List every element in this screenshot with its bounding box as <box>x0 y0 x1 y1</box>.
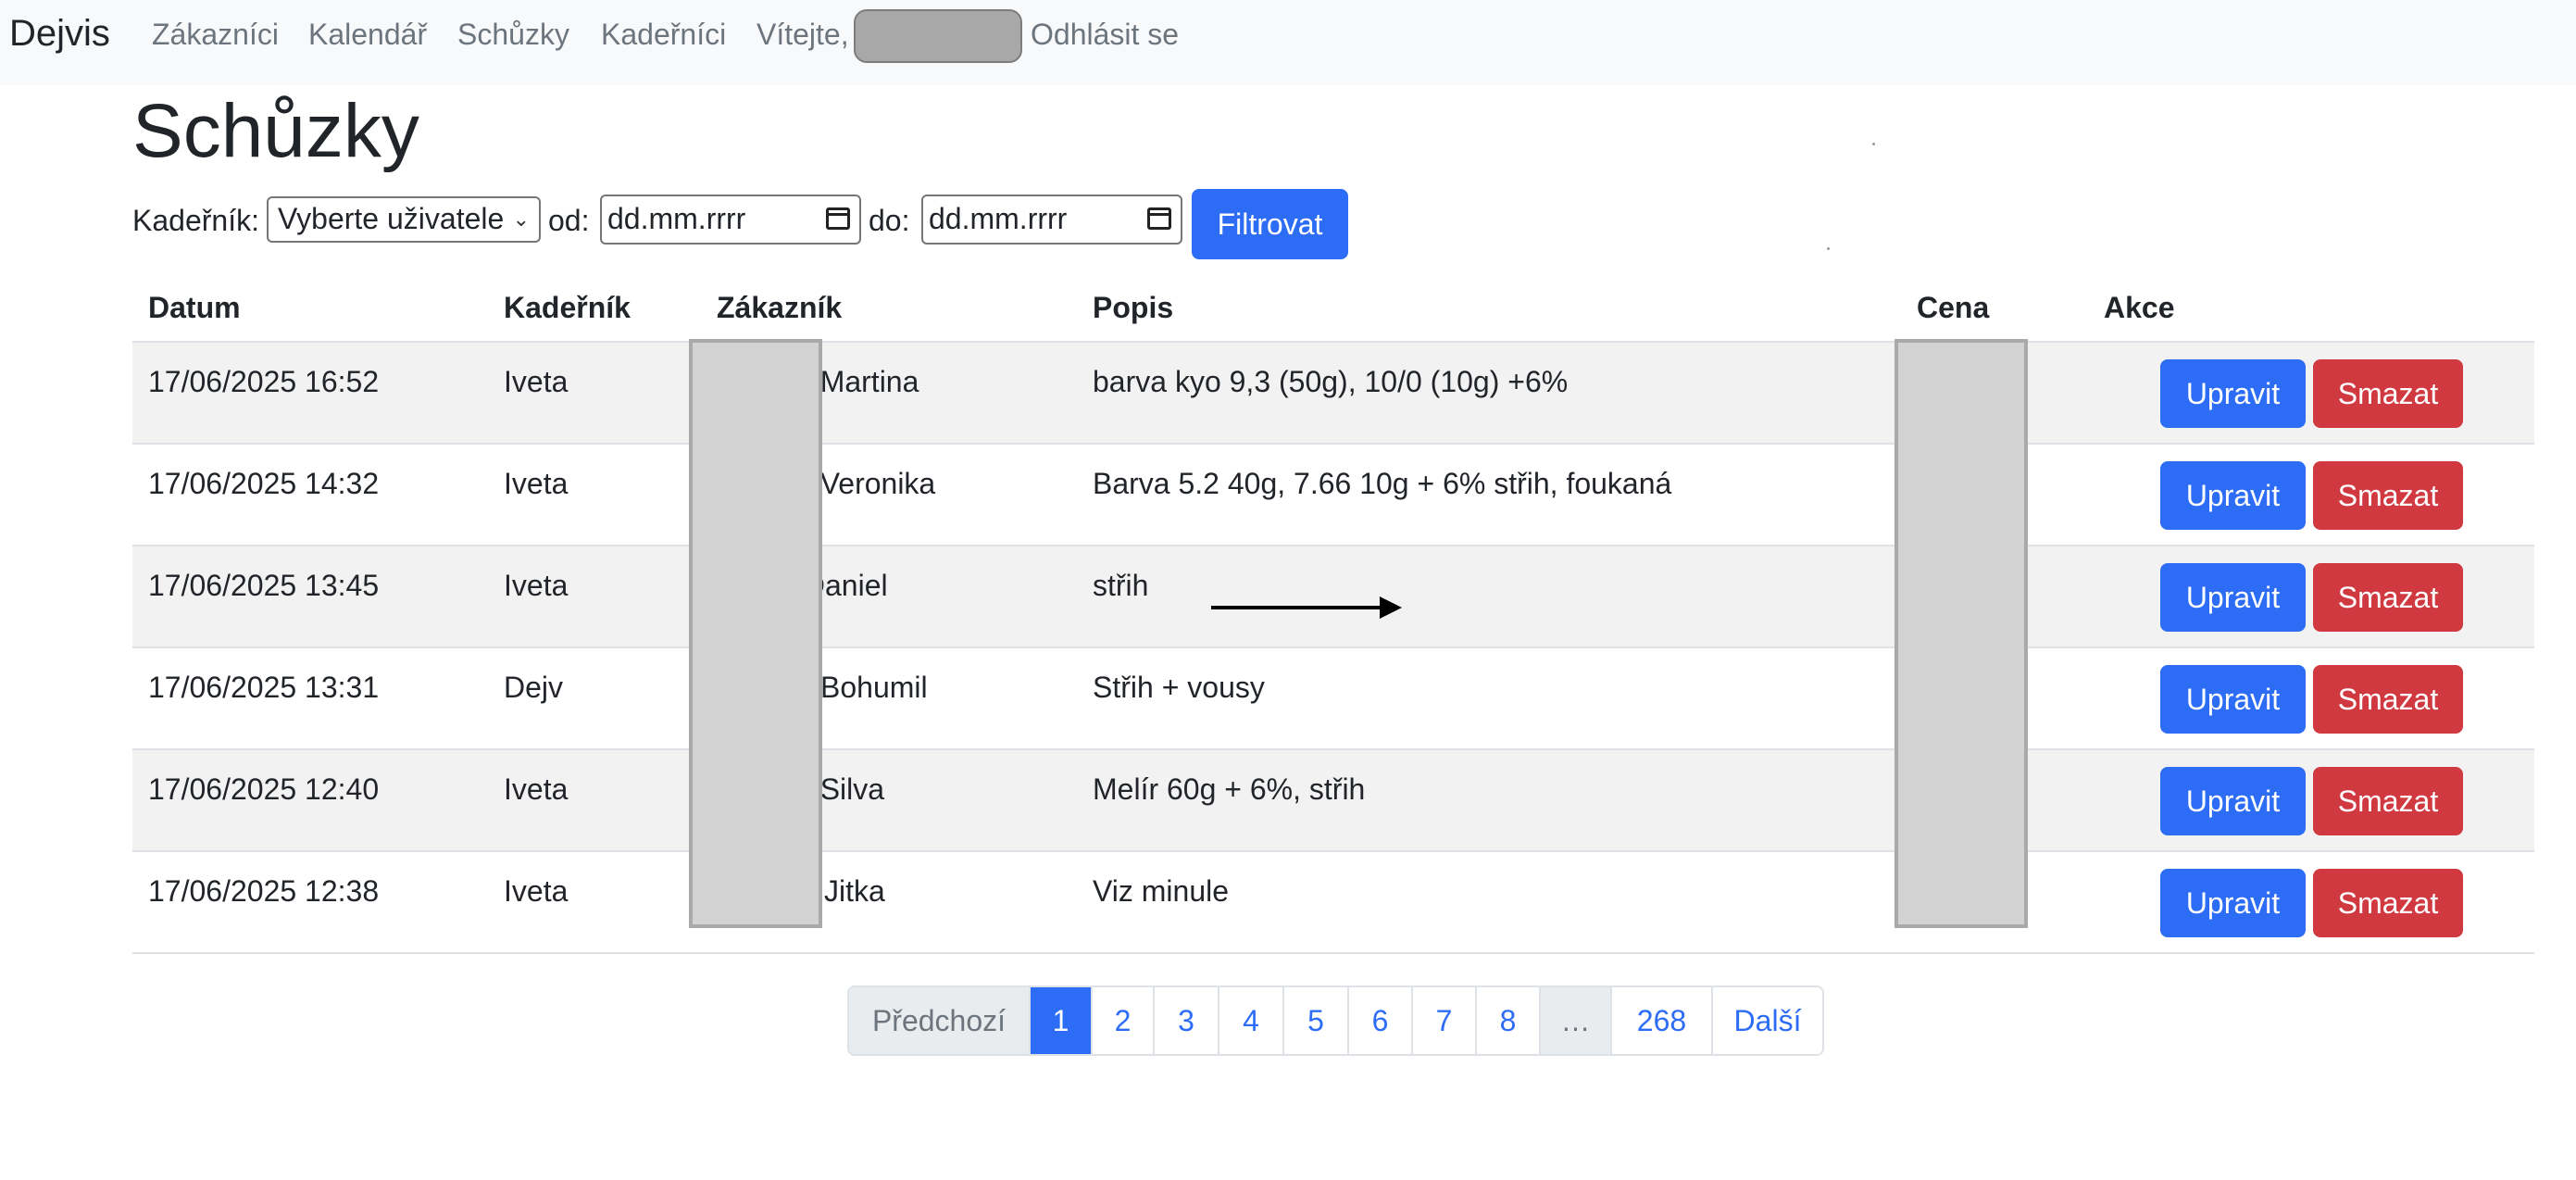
table-row: 17/06/2025 16:52 Iveta vá Martina barva … <box>132 343 2534 445</box>
delete-button[interactable]: Smazat <box>2313 359 2463 428</box>
delete-button[interactable]: Smazat <box>2313 665 2463 734</box>
delete-button[interactable]: Smazat <box>2313 869 2463 937</box>
nav-link-hairdressers[interactable]: Kadeřníci <box>601 13 726 56</box>
chevron-down-icon: ⌄ <box>512 207 530 231</box>
edit-button[interactable]: Upravit <box>2160 461 2306 530</box>
date-to-label: do: <box>869 204 910 237</box>
cell-customer: Bohumil <box>820 671 928 704</box>
cell-description: Melír 60g + 6%, střih <box>1093 772 1366 806</box>
edit-button[interactable]: Upravit <box>2160 665 2306 734</box>
nav-link-calendar[interactable]: Kalendář <box>308 13 427 56</box>
column-header-actions: Akce <box>2104 291 2175 324</box>
cell-date: 17/06/2025 16:52 <box>148 365 380 398</box>
cell-date: 17/06/2025 13:45 <box>148 569 380 602</box>
table-row: 17/06/2025 13:31 Dejv Bohumil Střih + vo… <box>132 648 2534 750</box>
cell-description: barva kyo 9,3 (50g), 10/0 (10g) +6% <box>1093 365 1569 398</box>
cell-customer: Jitka <box>824 874 885 908</box>
calendar-icon[interactable] <box>1147 207 1171 230</box>
top-navbar: Dejvis Zákazníci Kalendář Schůzky Kadeřn… <box>0 0 2576 85</box>
edit-button[interactable]: Upravit <box>2160 563 2306 632</box>
pagination-page-4[interactable]: 4 <box>1218 987 1282 1054</box>
table-row: 17/06/2025 12:40 Iveta vá Silva Melír 60… <box>132 750 2534 852</box>
cell-date: 17/06/2025 14:32 <box>148 467 380 500</box>
nav-link-customers[interactable]: Zákazníci <box>152 13 279 56</box>
cell-hairdresser: Iveta <box>504 569 569 602</box>
edit-button[interactable]: Upravit <box>2160 869 2306 937</box>
logout-link[interactable]: Odhlásit se <box>1031 13 1179 56</box>
cell-description: Barva 5.2 40g, 7.66 10g + 6% střih, fouk… <box>1093 467 1672 500</box>
pagination-page-last[interactable]: 268 <box>1610 987 1711 1054</box>
cell-hairdresser: Iveta <box>504 467 569 500</box>
table-row: 17/06/2025 14:32 Iveta vá Veronika Barva… <box>132 445 2534 546</box>
price-redaction <box>1894 339 2028 928</box>
date-from-input[interactable]: dd.mm.rrrr <box>600 195 861 245</box>
stray-dot <box>1827 247 1830 250</box>
column-header-hairdresser: Kadeřník <box>504 291 631 324</box>
pagination-ellipsis: … <box>1539 987 1610 1054</box>
table-row: 17/06/2025 12:38 Iveta Jitka Viz minule … <box>132 852 2534 954</box>
pagination-page-6[interactable]: 6 <box>1347 987 1411 1054</box>
cell-hairdresser: Iveta <box>504 772 569 806</box>
column-header-date: Datum <box>148 291 241 324</box>
cell-date: 17/06/2025 12:40 <box>148 772 380 806</box>
pagination-prev: Předchozí <box>849 987 1029 1054</box>
pagination-next[interactable]: Další <box>1711 987 1822 1054</box>
username-redacted <box>854 9 1022 63</box>
hairdresser-filter-label: Kadeřník: <box>132 204 259 237</box>
nav-link-appointments[interactable]: Schůzky <box>457 13 569 56</box>
cell-date: 17/06/2025 13:31 <box>148 671 380 704</box>
column-header-price: Cena <box>1917 291 1990 324</box>
pagination-page-3[interactable]: 3 <box>1153 987 1218 1054</box>
date-from-label: od: <box>548 204 590 237</box>
delete-button[interactable]: Smazat <box>2313 767 2463 835</box>
cell-hairdresser: Iveta <box>504 365 569 398</box>
date-from-placeholder: dd.mm.rrrr <box>607 202 746 235</box>
calendar-icon[interactable] <box>826 207 850 230</box>
cell-date: 17/06/2025 12:38 <box>148 874 380 908</box>
pagination: Předchozí 1 2 3 4 5 6 7 8 … 268 Další <box>847 985 1824 1056</box>
column-header-description: Popis <box>1093 291 1174 324</box>
edit-button[interactable]: Upravit <box>2160 767 2306 835</box>
cell-hairdresser: Iveta <box>504 874 569 908</box>
table-header: Datum Kadeřník Zákazník Popis Cena Akce <box>132 278 2534 343</box>
pagination-page-7[interactable]: 7 <box>1411 987 1475 1054</box>
date-to-input[interactable]: dd.mm.rrrr <box>921 195 1182 245</box>
arrow-annotation-icon <box>1211 596 1402 619</box>
column-header-customer: Zákazník <box>717 291 843 324</box>
edit-button[interactable]: Upravit <box>2160 359 2306 428</box>
date-to-placeholder: dd.mm.rrrr <box>929 202 1068 235</box>
hairdresser-select[interactable]: Vyberte uživatele ⌄ <box>267 196 541 243</box>
filter-button[interactable]: Filtrovat <box>1192 189 1348 259</box>
cell-description: Střih + vousy <box>1093 671 1265 704</box>
delete-button[interactable]: Smazat <box>2313 563 2463 632</box>
delete-button[interactable]: Smazat <box>2313 461 2463 530</box>
pagination-page-2[interactable]: 2 <box>1091 987 1153 1054</box>
brand-logo[interactable]: Dejvis <box>9 9 110 57</box>
cell-hairdresser: Dejv <box>504 671 564 704</box>
hairdresser-select-value: Vyberte uživatele <box>278 202 505 235</box>
pagination-page-5[interactable]: 5 <box>1282 987 1347 1054</box>
cell-description: Viz minule <box>1093 874 1230 908</box>
pagination-page-8[interactable]: 8 <box>1475 987 1539 1054</box>
pagination-page-1[interactable]: 1 <box>1029 987 1091 1054</box>
page-title: Schůzky <box>132 89 419 173</box>
customer-name-redaction <box>689 339 822 928</box>
stray-dot <box>1872 143 1875 145</box>
welcome-text: Vítejte, <box>757 18 849 51</box>
cell-description: střih <box>1093 569 1149 602</box>
